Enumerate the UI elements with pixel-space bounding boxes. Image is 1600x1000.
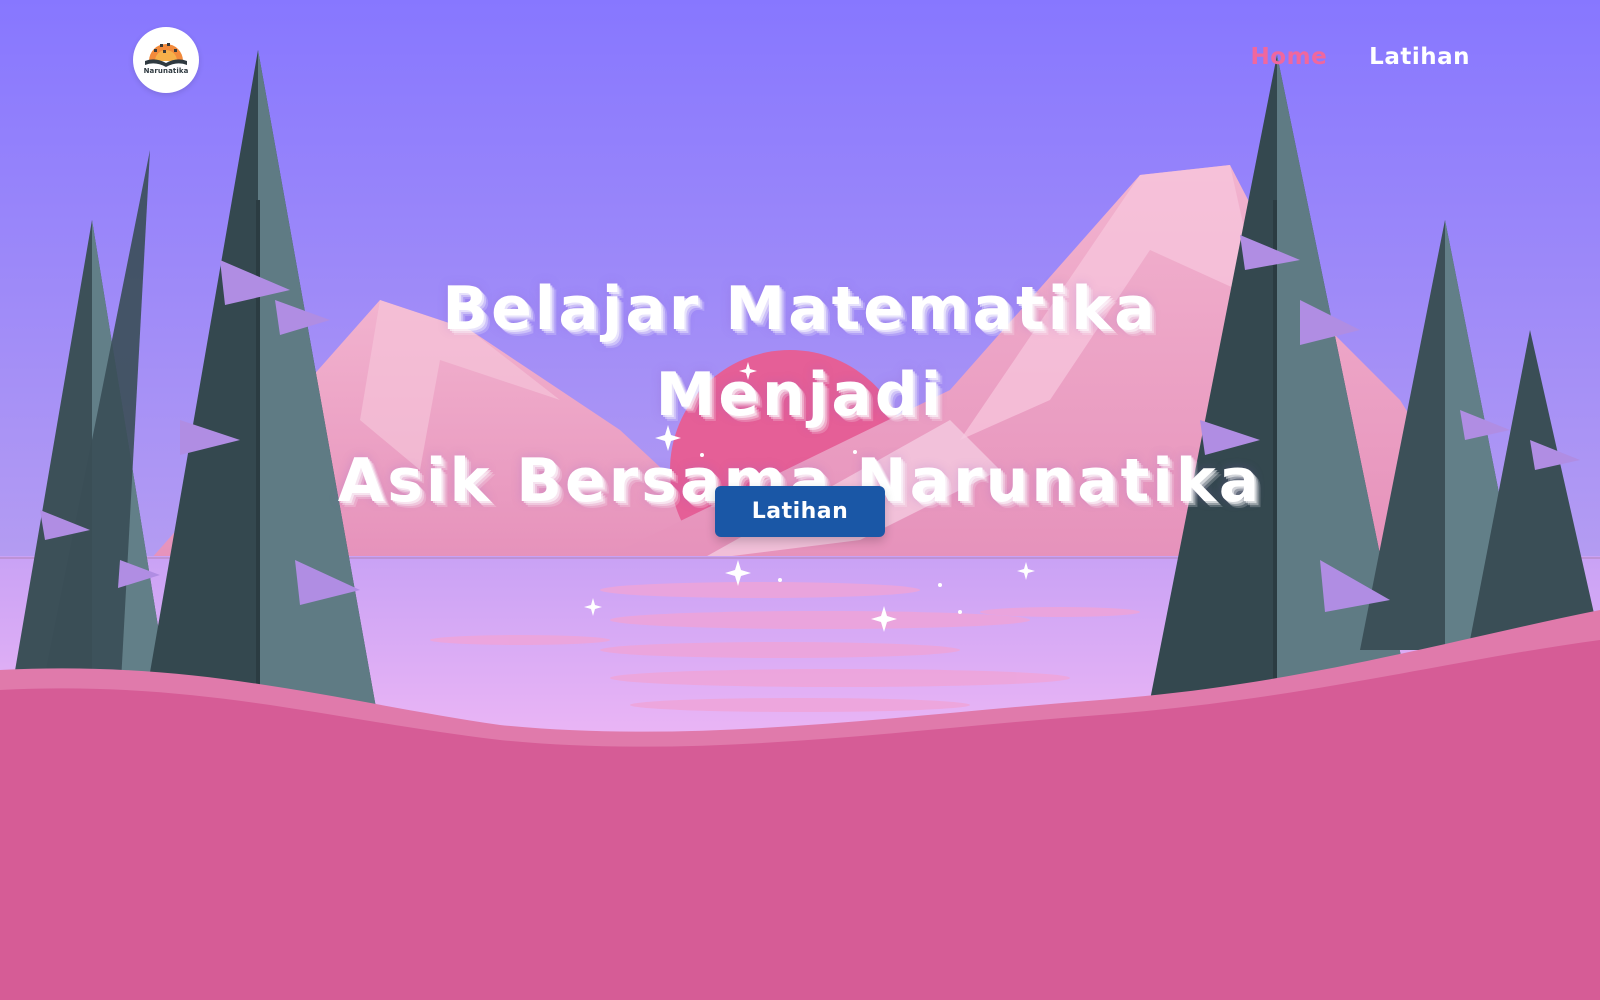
landing-page: Narunatika Home Latihan Belajar Matemati… (0, 0, 1600, 1000)
brand-logo[interactable]: Narunatika (133, 27, 199, 93)
nav-home-link[interactable]: Home (1251, 44, 1328, 70)
logo-text: Narunatika (143, 67, 189, 75)
hero-title-line-1: Belajar Matematika Menjadi (442, 274, 1158, 430)
open-book-sunrise-icon (145, 43, 187, 67)
nav-latihan-link[interactable]: Latihan (1369, 44, 1470, 70)
latihan-button[interactable]: Latihan (715, 486, 885, 537)
navbar: Narunatika Home Latihan (0, 0, 1600, 120)
nav-menu: Home Latihan (1251, 44, 1470, 70)
